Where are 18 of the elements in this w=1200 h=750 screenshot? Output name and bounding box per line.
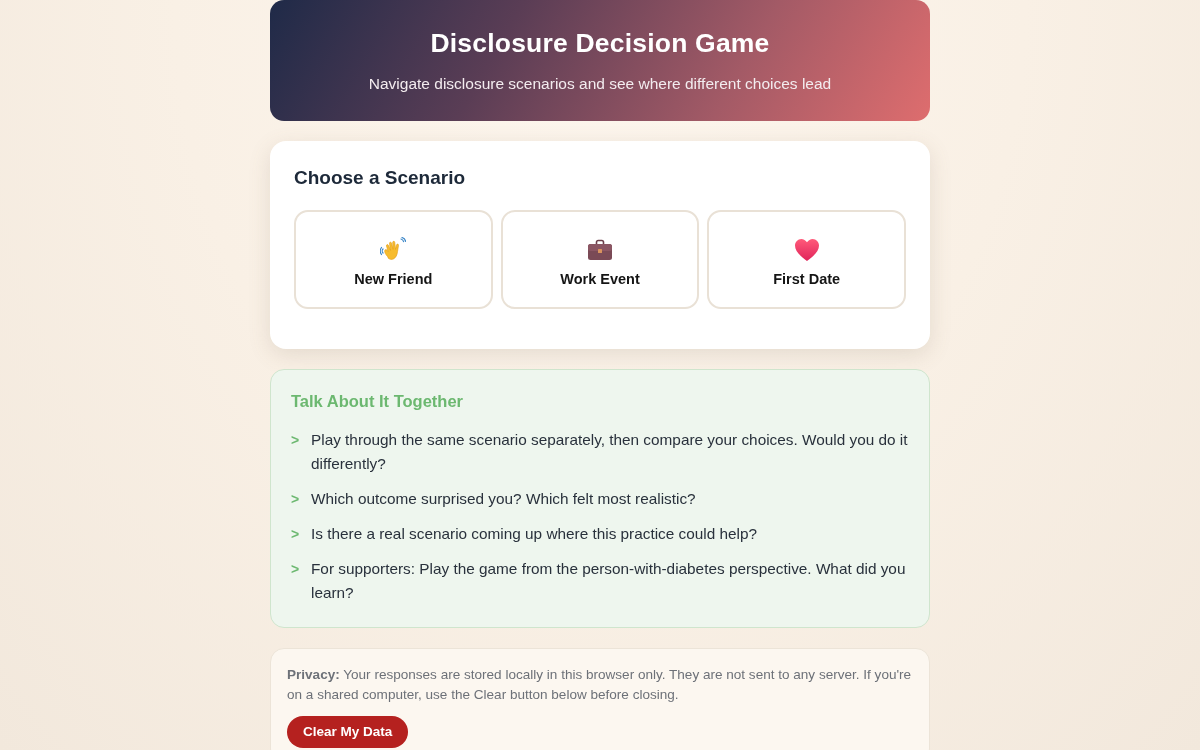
heart-icon: [793, 237, 820, 264]
discussion-prompt: For supporters: Play the game from the person-with-diabetes perspective. What did you learn?: [311, 558, 907, 603]
bullet-marker: >: [291, 524, 301, 544]
discussion-prompt: Which outcome surprised you? Which felt most realistic?: [311, 488, 696, 509]
scenario-button[interactable]: First Date: [707, 209, 906, 309]
clear-data-button[interactable]: Clear My Data: [287, 715, 409, 748]
section-title: Talk About It Together: [291, 391, 465, 412]
scenario-button[interactable]: Work Event: [500, 209, 700, 309]
discussion-prompt: Is there a real scenario coming up where this practice could help?: [311, 523, 758, 544]
privacy-notice: Privacy: Your responses are stored locally in this browser only. They are not sent to any server. If you're on a shared computer, use the Clear button below before closing.: [287, 665, 913, 705]
page-subtitle: Navigate disclosure scenarios and see where different choices lead: [367, 73, 833, 94]
section-title: Choose a Scenario: [294, 167, 467, 190]
bullet-marker: >: [291, 430, 301, 450]
bullet-marker: >: [291, 489, 301, 509]
page-title: Disclosure Decision Game: [429, 28, 771, 60]
scenario-button[interactable]: New Friend: [294, 209, 493, 309]
discussion-prompt: Play through the same scenario separately, then compare your choices. Would you do it differently?: [311, 429, 909, 474]
bullet-marker: >: [291, 559, 301, 579]
